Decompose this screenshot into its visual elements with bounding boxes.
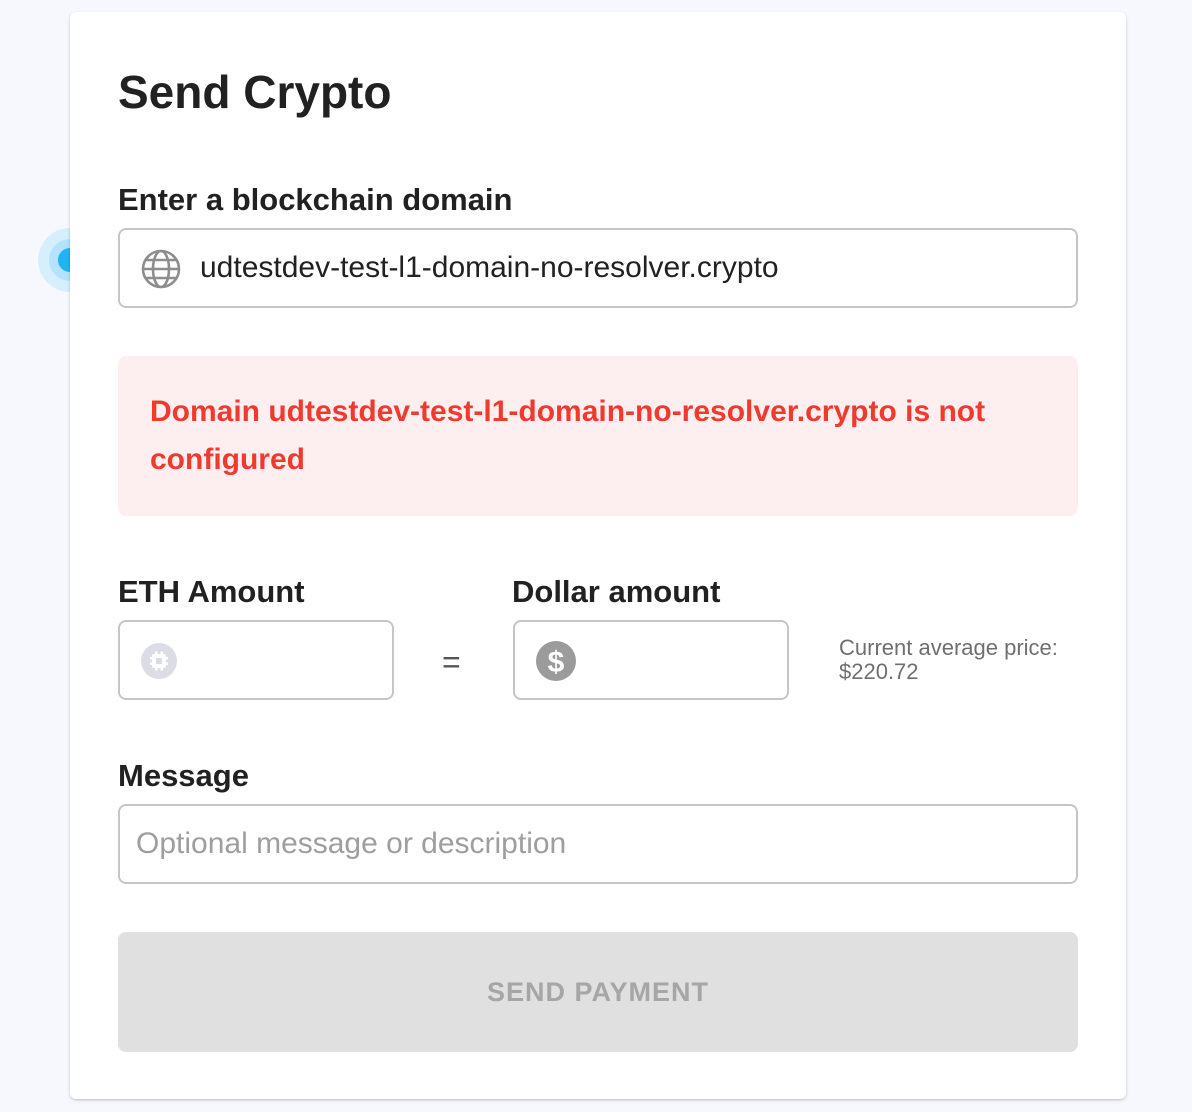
current-price-note: Current average price: $220.72 bbox=[839, 635, 1058, 684]
svg-text:$: $ bbox=[548, 646, 565, 679]
message-input[interactable] bbox=[136, 824, 1056, 864]
domain-field[interactable] bbox=[118, 228, 1078, 308]
message-label: Message bbox=[118, 758, 249, 793]
dollar-amount-label: Dollar amount bbox=[512, 574, 721, 609]
send-crypto-card: Send Crypto Enter a blockchain domain Do… bbox=[70, 12, 1126, 1099]
error-message: Domain udtestdev-test-l1-domain-no-resol… bbox=[150, 395, 986, 476]
equals-sign: = bbox=[442, 644, 461, 680]
page-title: Send Crypto bbox=[118, 66, 392, 118]
error-alert: Domain udtestdev-test-l1-domain-no-resol… bbox=[118, 356, 1078, 516]
message-field[interactable] bbox=[118, 804, 1078, 884]
eth-token-icon bbox=[140, 642, 178, 685]
eth-amount-field[interactable] bbox=[118, 620, 394, 700]
eth-amount-input[interactable] bbox=[192, 640, 382, 680]
domain-input[interactable] bbox=[200, 248, 1060, 288]
eth-amount-label: ETH Amount bbox=[118, 574, 305, 609]
domain-label: Enter a blockchain domain bbox=[118, 182, 513, 217]
globe-icon bbox=[140, 248, 182, 295]
send-payment-button[interactable]: SEND PAYMENT bbox=[118, 932, 1078, 1052]
dollar-icon: $ bbox=[535, 640, 577, 687]
dollar-amount-input[interactable] bbox=[591, 640, 777, 680]
dollar-amount-field[interactable]: $ bbox=[513, 620, 789, 700]
